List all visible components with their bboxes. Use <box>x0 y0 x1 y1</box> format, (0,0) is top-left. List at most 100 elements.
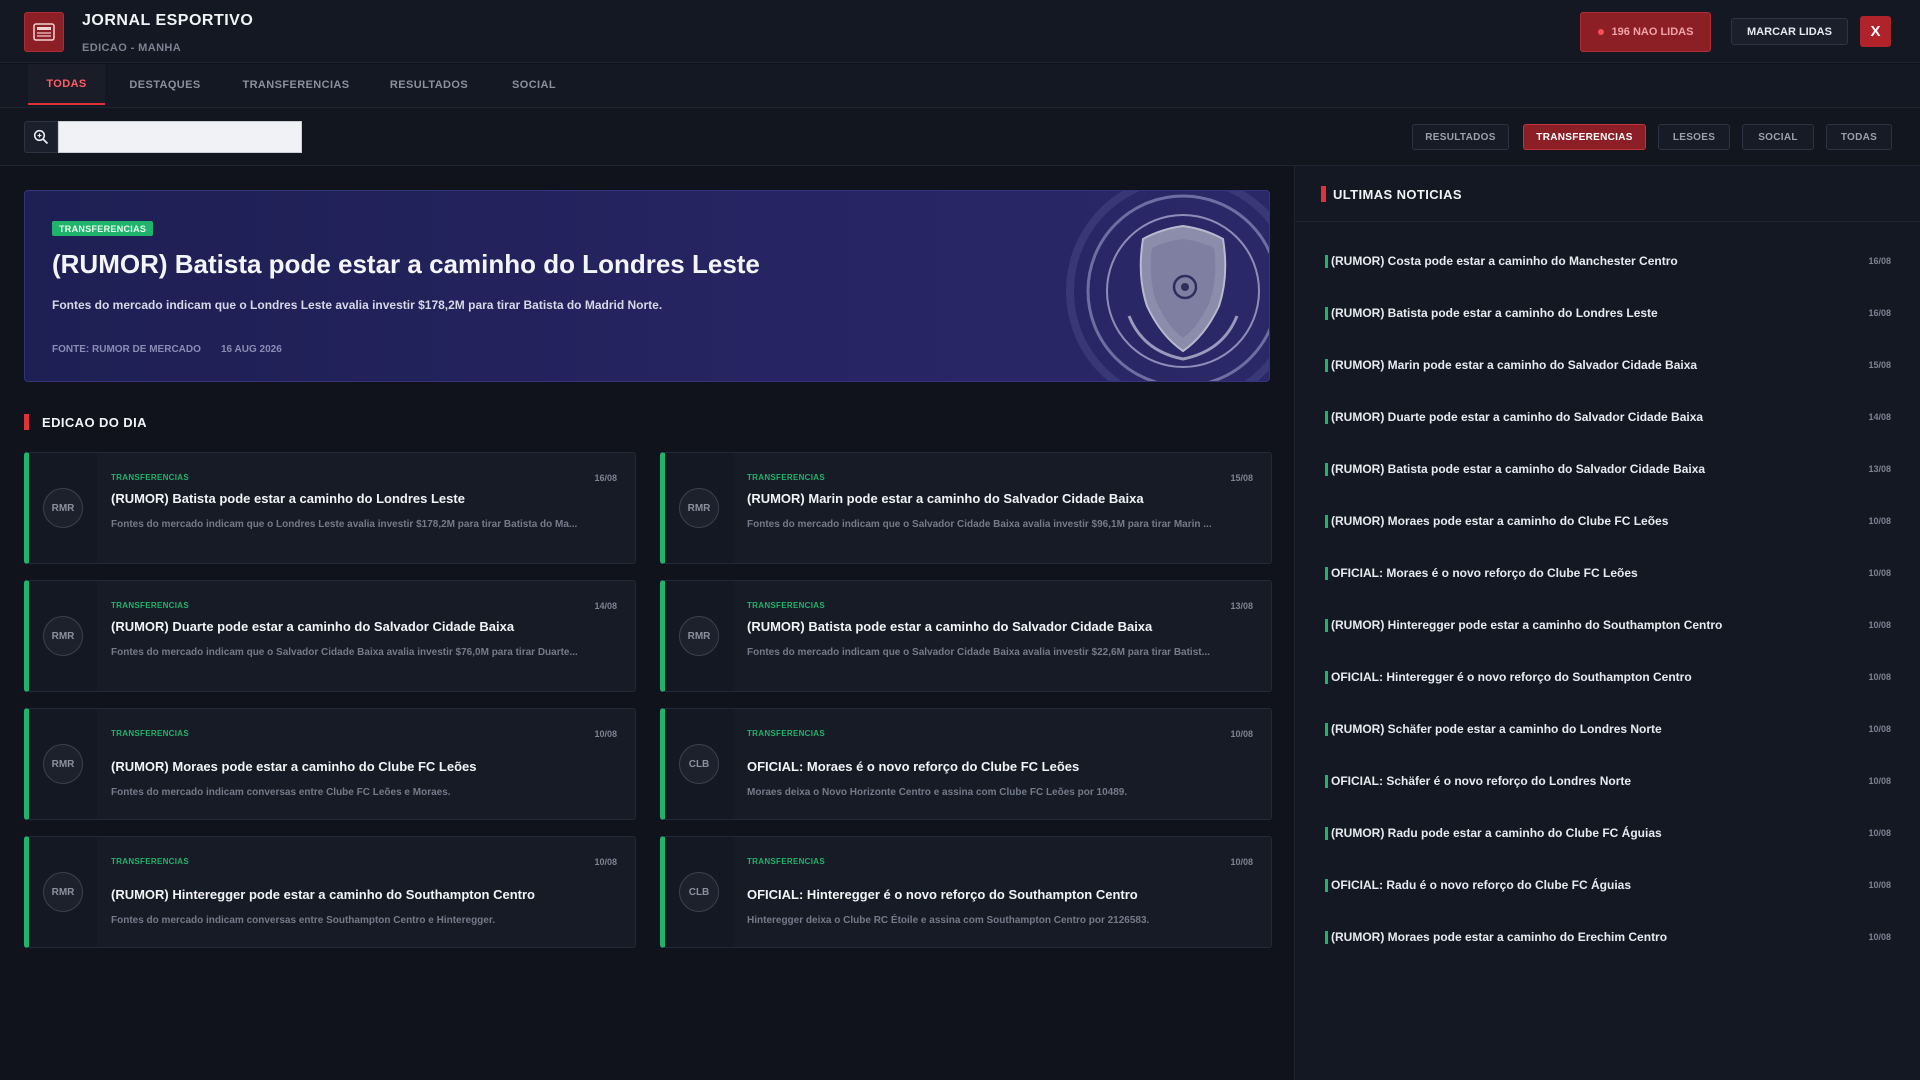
search-icon <box>33 129 49 145</box>
news-card[interactable]: CLB TRANSFERENCIAS 10/08 OFICIAL: Hinter… <box>660 836 1272 948</box>
card-title: (RUMOR) Duarte pode estar a caminho do S… <box>111 619 515 634</box>
search-button[interactable] <box>24 121 58 153</box>
latest-news-item-date: 16/08 <box>1868 308 1891 318</box>
latest-news-item-date: 10/08 <box>1868 620 1891 630</box>
app-subtitle: EDICAO - MANHA <box>82 42 182 54</box>
latest-news-panel: ULTIMAS NOTICIAS (RUMOR) Costa pode esta… <box>1294 166 1920 1080</box>
card-title: (RUMOR) Batista pode estar a caminho do … <box>747 619 1153 634</box>
featured-source: FONTE: RUMOR DE MERCADO <box>52 344 201 355</box>
news-card[interactable]: RMR TRANSFERENCIAS 10/08 (RUMOR) Hintere… <box>24 836 636 948</box>
card-date: 10/08 <box>1230 729 1253 739</box>
latest-news-item[interactable]: (RUMOR) Batista pode estar a caminho do … <box>1325 304 1891 324</box>
featured-story[interactable]: TRANSFERENCIAS (RUMOR) Batista pode esta… <box>24 190 1270 382</box>
item-marker <box>1325 671 1328 684</box>
card-date: 10/08 <box>1230 857 1253 867</box>
latest-news-item-date: 10/08 <box>1868 828 1891 838</box>
latest-news-item-title: (RUMOR) Hinteregger pode estar a caminho… <box>1331 618 1723 632</box>
card-summary: Fontes do mercado indicam que o Londres … <box>111 519 578 530</box>
latest-news-item-date: 10/08 <box>1868 672 1891 682</box>
card-source-badge: RMR <box>43 488 83 528</box>
latest-news-item[interactable]: (RUMOR) Batista pode estar a caminho do … <box>1325 460 1891 480</box>
edition-title: EDICAO DO DIA <box>42 415 147 430</box>
latest-news-item[interactable]: (RUMOR) Moraes pode estar a caminho do E… <box>1325 928 1891 948</box>
latest-news-item[interactable]: (RUMOR) Costa pode estar a caminho do Ma… <box>1325 252 1891 272</box>
filter-transferencias[interactable]: TRANSFERENCIAS <box>1523 124 1646 150</box>
app-logo <box>24 12 64 52</box>
news-card[interactable]: RMR TRANSFERENCIAS 10/08 (RUMOR) Moraes … <box>24 708 636 820</box>
card-date: 10/08 <box>594 857 617 867</box>
latest-news-item-title: (RUMOR) Moraes pode estar a caminho do C… <box>1331 514 1669 528</box>
card-tag: TRANSFERENCIAS <box>111 857 189 866</box>
news-card[interactable]: RMR TRANSFERENCIAS 16/08 (RUMOR) Batista… <box>24 452 636 564</box>
latest-news-item-date: 13/08 <box>1868 464 1891 474</box>
latest-news-item-title: (RUMOR) Costa pode estar a caminho do Ma… <box>1331 254 1678 268</box>
latest-news-item-date: 10/08 <box>1868 568 1891 578</box>
latest-news-item-date: 10/08 <box>1868 516 1891 526</box>
unread-count-button[interactable]: 196 NAO LIDAS <box>1580 12 1711 52</box>
latest-news-item[interactable]: (RUMOR) Schäfer pode estar a caminho do … <box>1325 720 1891 740</box>
latest-news-header: ULTIMAS NOTICIAS <box>1295 166 1920 222</box>
app-title: JORNAL ESPORTIVO <box>82 12 254 29</box>
news-card[interactable]: CLB TRANSFERENCIAS 10/08 OFICIAL: Moraes… <box>660 708 1272 820</box>
card-title: (RUMOR) Marin pode estar a caminho do Sa… <box>747 491 1144 506</box>
filter-social[interactable]: SOCIAL <box>1742 124 1814 150</box>
section-marker <box>24 414 29 430</box>
news-card[interactable]: RMR TRANSFERENCIAS 15/08 (RUMOR) Marin p… <box>660 452 1272 564</box>
card-tag: TRANSFERENCIAS <box>111 601 189 610</box>
filter-todas[interactable]: TODAS <box>1826 124 1892 150</box>
latest-news-item-title: (RUMOR) Marin pode estar a caminho do Sa… <box>1331 358 1698 372</box>
item-marker <box>1325 775 1328 788</box>
latest-news-item[interactable]: (RUMOR) Marin pode estar a caminho do Sa… <box>1325 356 1891 376</box>
card-title: OFICIAL: Hinteregger é o novo reforço do… <box>747 887 1138 902</box>
card-source-badge: RMR <box>43 744 83 784</box>
latest-news-item-date: 10/08 <box>1868 776 1891 786</box>
item-marker <box>1325 931 1328 944</box>
tab-resultados[interactable]: RESULTADOS <box>382 64 476 105</box>
card-tag: TRANSFERENCIAS <box>747 601 825 610</box>
news-card[interactable]: RMR TRANSFERENCIAS 14/08 (RUMOR) Duarte … <box>24 580 636 692</box>
latest-news-item-date: 14/08 <box>1868 412 1891 422</box>
latest-news-item-date: 10/08 <box>1868 880 1891 890</box>
club-crest-icon <box>1066 191 1269 381</box>
latest-news-item[interactable]: (RUMOR) Hinteregger pode estar a caminho… <box>1325 616 1891 636</box>
item-marker <box>1325 879 1328 892</box>
filter-lesoes[interactable]: LESOES <box>1658 124 1730 150</box>
latest-news-item[interactable]: (RUMOR) Duarte pode estar a caminho do S… <box>1325 408 1891 428</box>
item-marker <box>1325 567 1328 580</box>
section-marker <box>1321 186 1326 202</box>
card-date: 13/08 <box>1230 601 1253 611</box>
close-button[interactable]: X <box>1860 16 1891 47</box>
card-title: (RUMOR) Moraes pode estar a caminho do C… <box>111 759 477 774</box>
latest-news-item[interactable]: (RUMOR) Radu pode estar a caminho do Clu… <box>1325 824 1891 844</box>
item-marker <box>1325 359 1328 372</box>
filter-bar: RESULTADOS TRANSFERENCIAS LESOES SOCIAL … <box>0 108 1920 166</box>
latest-news-item[interactable]: (RUMOR) Moraes pode estar a caminho do C… <box>1325 512 1891 532</box>
featured-summary: Fontes do mercado indicam que o Londres … <box>52 298 663 312</box>
tab-todas[interactable]: TODAS <box>28 64 105 105</box>
card-source-badge: CLB <box>679 744 719 784</box>
mark-read-button[interactable]: MARCAR LIDAS <box>1731 18 1848 45</box>
tab-social[interactable]: SOCIAL <box>500 64 568 105</box>
card-source-badge: RMR <box>679 616 719 656</box>
latest-news-item[interactable]: OFICIAL: Moraes é o novo reforço do Club… <box>1325 564 1891 584</box>
category-tabs: TODAS DESTAQUES TRANSFERENCIAS RESULTADO… <box>0 64 1920 108</box>
tab-transferencias[interactable]: TRANSFERENCIAS <box>236 64 356 105</box>
latest-news-item[interactable]: OFICIAL: Schäfer é o novo reforço do Lon… <box>1325 772 1891 792</box>
card-tag: TRANSFERENCIAS <box>747 473 825 482</box>
card-source-badge: CLB <box>679 872 719 912</box>
card-summary: Fontes do mercado indicam que o Salvador… <box>747 647 1210 658</box>
item-marker <box>1325 255 1328 268</box>
latest-news-item-title: (RUMOR) Moraes pode estar a caminho do E… <box>1331 930 1668 944</box>
news-card[interactable]: RMR TRANSFERENCIAS 13/08 (RUMOR) Batista… <box>660 580 1272 692</box>
tab-destaques[interactable]: DESTAQUES <box>118 64 212 105</box>
filter-resultados[interactable]: RESULTADOS <box>1412 124 1509 150</box>
latest-news-item[interactable]: OFICIAL: Hinteregger é o novo reforço do… <box>1325 668 1891 688</box>
latest-news-item-date: 10/08 <box>1868 724 1891 734</box>
latest-news-item[interactable]: OFICIAL: Radu é o novo reforço do Clube … <box>1325 876 1891 896</box>
search-input[interactable] <box>58 121 302 153</box>
unread-dot-icon <box>1597 29 1604 35</box>
card-source-badge: RMR <box>43 872 83 912</box>
card-date: 15/08 <box>1230 473 1253 483</box>
card-source-badge: RMR <box>679 488 719 528</box>
featured-title: (RUMOR) Batista pode estar a caminho do … <box>52 249 760 279</box>
